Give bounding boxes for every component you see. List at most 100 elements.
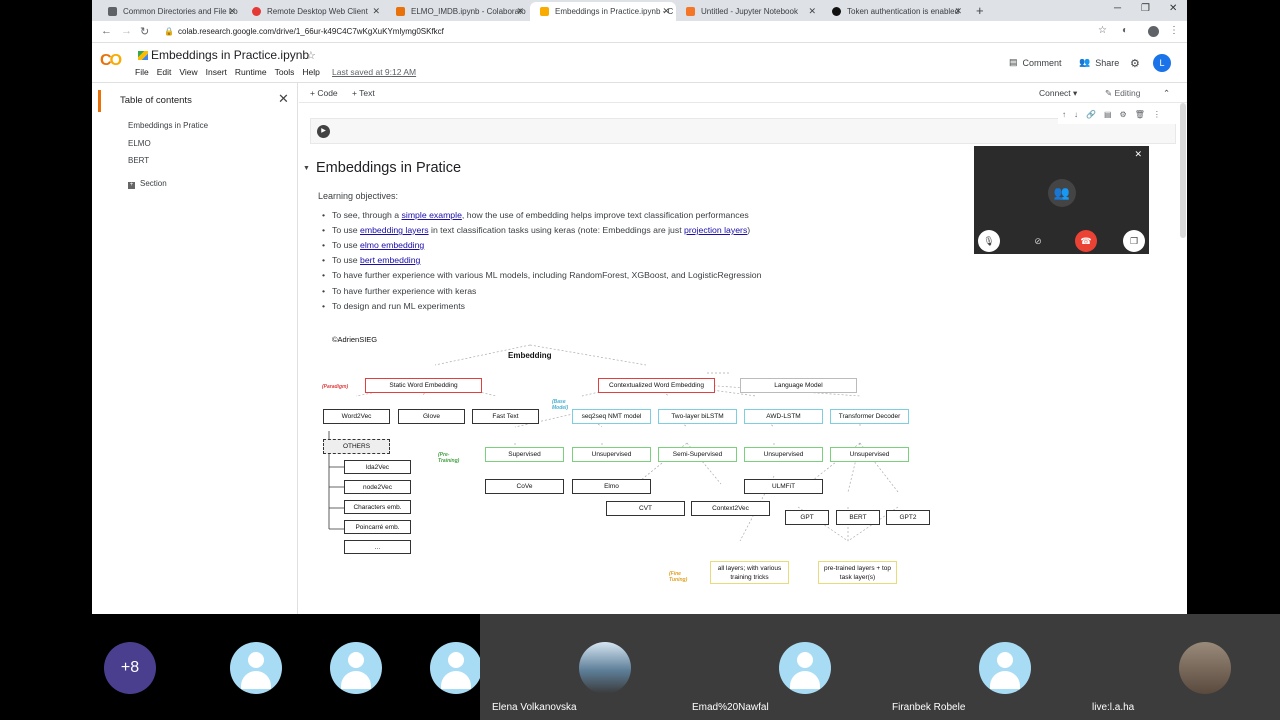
link-icon[interactable]: 🔗 bbox=[1086, 110, 1096, 124]
share-label: Share bbox=[1095, 57, 1120, 68]
add-text-button[interactable]: + Text bbox=[352, 88, 375, 98]
maximize-button[interactable]: ❐ bbox=[1141, 3, 1150, 14]
close-icon[interactable]: ✕ bbox=[516, 6, 524, 17]
back-button[interactable]: ← bbox=[101, 25, 112, 37]
projection-layers-link[interactable]: projection layers bbox=[684, 225, 747, 235]
close-icon[interactable]: ✕ bbox=[662, 6, 670, 17]
menu-tools[interactable]: Tools bbox=[275, 67, 295, 77]
menu-bar: File Edit View Insert Runtime Tools Help bbox=[135, 67, 320, 77]
browser-window: Common Directories and File Lo ✕ Remote D… bbox=[92, 0, 1187, 614]
star-icon[interactable]: ☆ bbox=[306, 49, 316, 62]
more-vert-icon[interactable]: ⋮ bbox=[1153, 110, 1161, 124]
browser-tab-2[interactable]: Remote Desktop Web Client ✕ bbox=[242, 2, 386, 21]
lda2vec-box: lda2Vec bbox=[344, 460, 411, 474]
people-icon: 👥 bbox=[1079, 57, 1091, 67]
elmo-embedding-link[interactable]: elmo embedding bbox=[360, 240, 424, 250]
editing-button[interactable]: ✎ Editing bbox=[1105, 88, 1141, 99]
new-tab-button[interactable]: + bbox=[976, 3, 984, 18]
move-down-icon[interactable]: ↓ bbox=[1074, 110, 1078, 124]
url-field[interactable]: 🔒 colab.research.google.com/drive/1_66ur-… bbox=[162, 24, 1097, 40]
forward-button[interactable]: → bbox=[121, 25, 132, 37]
code-cell[interactable]: ▶ bbox=[310, 118, 1176, 144]
others-box: OTHERS bbox=[323, 439, 390, 454]
add-section-button[interactable]: + Section bbox=[128, 179, 167, 189]
menu-runtime[interactable]: Runtime bbox=[235, 67, 267, 77]
simple-example-link[interactable]: simple example bbox=[402, 210, 462, 220]
expand-button[interactable]: ❐ bbox=[1123, 230, 1145, 252]
drive-icon bbox=[138, 51, 148, 60]
unsupervised-box: Unsupervised bbox=[744, 447, 823, 462]
address-bar-row: ← → ↻ 🔒 colab.research.google.com/drive/1… bbox=[92, 21, 1187, 43]
awd-lstm-box: AWD-LSTM bbox=[744, 409, 823, 424]
browser-profile-avatar[interactable] bbox=[1148, 26, 1159, 37]
participant-tile[interactable]: live:l.a.ha bbox=[1080, 614, 1280, 720]
diagram-title: Embedding bbox=[508, 351, 552, 360]
base-model-label: (Base Model) bbox=[552, 399, 569, 411]
menu-file[interactable]: File bbox=[135, 67, 149, 77]
pretraining-label: (Pre-Training) bbox=[438, 452, 460, 464]
close-icon[interactable]: ✕ bbox=[808, 6, 816, 17]
comment-button[interactable]: ▤ Comment bbox=[1009, 57, 1062, 68]
avatar bbox=[579, 642, 631, 694]
menu-edit[interactable]: Edit bbox=[157, 67, 172, 77]
browser-tab-6[interactable]: Token authentication is enabled ✕ bbox=[822, 2, 968, 21]
notebook-toolbar: + Code + Text Connect ▾ ✎ Editing ⌃ bbox=[299, 83, 1187, 103]
toc-item-bert[interactable]: BERT bbox=[128, 156, 149, 165]
embedding-layers-link[interactable]: embedding layers bbox=[360, 225, 429, 235]
bert-embedding-link[interactable]: bert embedding bbox=[360, 255, 420, 265]
reload-button[interactable]: ↻ bbox=[140, 25, 149, 38]
cell-toolbar: ↑ ↓ 🔗 ▤ ⚙ 🗑 ⋮ bbox=[1058, 110, 1176, 124]
bilstm-box: Two-layer biLSTM bbox=[658, 409, 737, 424]
mic-button[interactable]: 🎙 bbox=[978, 230, 1000, 252]
browser-tab-3[interactable]: ELMO_IMDB.ipynb - Colaborato ✕ bbox=[386, 2, 530, 21]
move-up-icon[interactable]: ↑ bbox=[1062, 110, 1066, 124]
toc-item-embeddings[interactable]: Embeddings in Pratice bbox=[128, 121, 208, 130]
close-icon[interactable]: ✕ bbox=[372, 6, 380, 17]
browser-tab-1[interactable]: Common Directories and File Lo ✕ bbox=[98, 2, 242, 21]
close-icon[interactable]: ✕ bbox=[954, 6, 962, 17]
toc-item-elmo[interactable]: ELMO bbox=[128, 139, 151, 148]
minimize-button[interactable]: ─ bbox=[1114, 3, 1121, 14]
menu-view[interactable]: View bbox=[179, 67, 197, 77]
hangup-button[interactable]: ☎ bbox=[1075, 230, 1097, 252]
participant-tile[interactable]: Firanbek Robele bbox=[880, 614, 1080, 720]
close-icon[interactable]: ✕ bbox=[228, 6, 236, 17]
profile-avatar[interactable]: L bbox=[1153, 54, 1171, 72]
participant-strip: +8 Elena Volkanovska Emad%20Nawfal Firan… bbox=[0, 614, 1280, 720]
tab-label: Common Directories and File Lo bbox=[123, 7, 238, 16]
settings-gear-icon[interactable]: ⚙ bbox=[1120, 110, 1127, 124]
close-icon[interactable]: ✕ bbox=[278, 91, 289, 107]
window-close-button[interactable]: ✕ bbox=[1169, 3, 1177, 14]
node2vec-box: node2Vec bbox=[344, 480, 411, 494]
colab-logo[interactable]: CO bbox=[100, 52, 122, 70]
connect-button[interactable]: Connect ▾ bbox=[1039, 88, 1077, 99]
browser-menu-icon[interactable]: ⋮ bbox=[1169, 25, 1179, 36]
bookmark-star-icon[interactable]: ☆ bbox=[1098, 25, 1107, 36]
participant-tile[interactable]: Emad%20Nawfal bbox=[680, 614, 880, 720]
delete-icon[interactable]: 🗑 bbox=[1135, 110, 1145, 124]
scrollbar[interactable] bbox=[1180, 103, 1186, 238]
share-button[interactable]: 👥 Share bbox=[1079, 57, 1119, 68]
add-code-button[interactable]: + Code bbox=[310, 88, 338, 98]
video-off-button[interactable]: ⊘ bbox=[1027, 230, 1049, 252]
notebook-title[interactable]: Embeddings in Practice.ipynb bbox=[151, 48, 309, 62]
group-icon: 👥 bbox=[1048, 179, 1076, 207]
settings-gear-icon[interactable]: ⚙ bbox=[1130, 57, 1140, 70]
objective-item: To have further experience with various … bbox=[322, 270, 761, 280]
last-saved-link[interactable]: Last saved at 9:12 AM bbox=[332, 67, 416, 77]
menu-help[interactable]: Help bbox=[302, 67, 319, 77]
comment-icon[interactable]: ▤ bbox=[1104, 110, 1112, 124]
tab-label: Untitled - Jupyter Notebook bbox=[701, 7, 798, 16]
toc-active-indicator bbox=[98, 90, 101, 112]
menu-insert[interactable]: Insert bbox=[206, 67, 227, 77]
close-icon[interactable]: ✕ bbox=[1134, 149, 1142, 160]
browser-tab-5[interactable]: Untitled - Jupyter Notebook ✕ bbox=[676, 2, 822, 21]
collapse-triangle-icon[interactable]: ▼ bbox=[303, 165, 310, 172]
browser-tab-4[interactable]: Embeddings in Practice.ipynb - C ✕ bbox=[530, 2, 676, 21]
pencil-icon: ✎ bbox=[1105, 88, 1113, 98]
diagram-credit: ©AdrienSIEG bbox=[332, 335, 378, 344]
run-cell-button[interactable]: ▶ bbox=[317, 125, 330, 138]
extension-icon[interactable]: ◐ bbox=[1122, 25, 1128, 36]
participant-tile[interactable]: Elena Volkanovska bbox=[480, 614, 680, 720]
chevron-up-icon[interactable]: ⌃ bbox=[1163, 88, 1170, 99]
